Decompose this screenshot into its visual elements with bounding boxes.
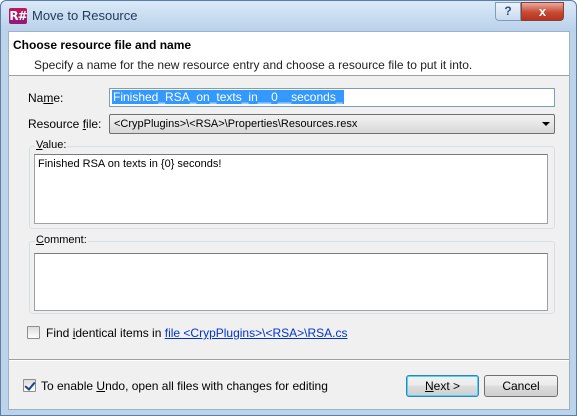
comment-group: Comment:	[29, 234, 555, 314]
find-identical-checkbox[interactable]	[27, 326, 40, 339]
comment-legend: Comment:	[35, 234, 88, 246]
value-group: Value: Finished RSA on texts in {0} seco…	[29, 139, 555, 229]
close-icon: x	[538, 4, 547, 19]
name-input[interactable]: Finished_RSA_on_texts_in__0__seconds_	[109, 88, 555, 107]
dialog-window: R# Move to Resource ? x Choose resource …	[0, 0, 577, 416]
find-identical-label: Find identical items in file <CrypPlugin…	[46, 326, 348, 340]
resource-file-label: Resource file:	[28, 117, 102, 131]
resource-file-value: <CrypPlugins>\<RSA>\Properties\Resources…	[114, 118, 358, 130]
wizard-header: Choose resource file and name Specify a …	[9, 32, 569, 76]
cancel-button[interactable]: Cancel	[484, 375, 558, 397]
name-input-value: Finished_RSA_on_texts_in__0__seconds_	[112, 90, 344, 104]
close-button[interactable]: x	[521, 2, 564, 21]
value-textarea[interactable]: Finished RSA on texts in {0} seconds!	[34, 154, 548, 224]
resharper-icon: R#	[9, 8, 28, 24]
window-title: Move to Resource	[32, 8, 138, 23]
header-title: Choose resource file and name	[13, 38, 192, 52]
help-button[interactable]: ?	[495, 2, 521, 21]
source-file-link[interactable]: file <CrypPlugins>\<RSA>\RSA.cs	[165, 326, 348, 340]
next-button[interactable]: Next >	[406, 375, 479, 397]
footer-separator	[9, 359, 569, 361]
name-label: Name:	[28, 91, 64, 105]
chevron-down-icon	[542, 122, 550, 126]
enable-undo-label: To enable Undo, open all files with chan…	[41, 379, 328, 393]
dialog-client-area: Choose resource file and name Specify a …	[8, 31, 570, 410]
resource-file-dropdown[interactable]: <CrypPlugins>\<RSA>\Properties\Resources…	[109, 114, 555, 134]
comment-textarea[interactable]	[34, 253, 548, 311]
enable-undo-checkbox[interactable]	[23, 379, 36, 392]
title-bar[interactable]: R# Move to Resource ? x	[1, 1, 576, 31]
value-legend: Value:	[35, 139, 68, 151]
header-description: Specify a name for the new resource entr…	[34, 58, 473, 72]
